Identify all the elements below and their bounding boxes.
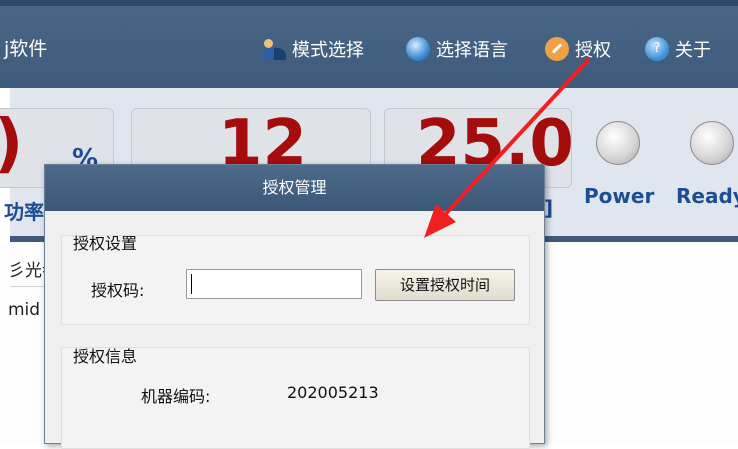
power-led [596,121,640,165]
auth-code-input[interactable] [186,269,362,299]
menu-language[interactable]: 选择语言 [406,36,508,62]
globe-icon [406,37,430,61]
auth-code-label: 授权码: [91,281,145,300]
menu-language-label: 选择语言 [436,40,508,61]
machine-code-label: 机器编码: [141,387,211,406]
power-led-label: Power [584,184,655,208]
menu-authorize[interactable]: 授权 [545,36,611,62]
help-icon: ? [645,37,669,61]
set-auth-time-button[interactable]: 设置授权时间 [375,269,515,301]
time-label: ] [544,196,554,220]
menu-about-label: 关于 [675,40,711,61]
app-title: j软件 [4,38,48,60]
users-icon [262,37,286,61]
title-bar: j软件 模式选择 选择语言 授权 ? 关于 [0,0,738,88]
menu-mode-select[interactable]: 模式选择 [262,36,364,62]
key-icon [545,37,569,61]
auth-info-title: 授权信息 [73,347,138,366]
power-value: ) [0,112,23,176]
auth-settings-title: 授权设置 [73,234,138,253]
menu-mode-select-label: 模式选择 [292,40,364,61]
machine-code-value: 202005213 [287,383,379,402]
menu-authorize-label: 授权 [575,40,611,61]
text-caret [191,274,192,294]
ready-led-label: Ready [676,184,738,208]
authorization-dialog: 授权管理 授权设置 授权码: 设置授权时间 授权信息 机器编码: 2020052… [44,164,545,449]
dialog-title: 授权管理 [45,165,544,211]
ready-led [690,121,734,165]
menu-about[interactable]: ? 关于 [645,36,711,62]
mid-label: mid [8,300,41,320]
